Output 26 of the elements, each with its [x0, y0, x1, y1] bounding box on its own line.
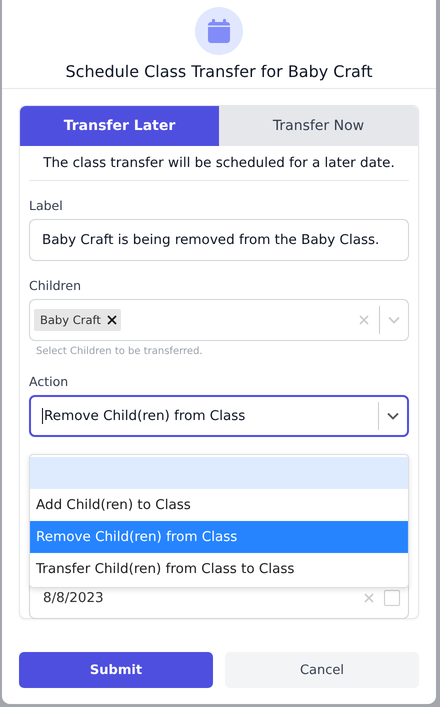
description-text: The class transfer will be scheduled for a later date. [29, 146, 409, 181]
calendar-toggle-icon[interactable] [384, 590, 400, 606]
dropdown-option[interactable]: Remove Child(ren) from Class [30, 521, 408, 553]
field-label: Action [29, 374, 70, 389]
dropdown-option[interactable]: Add Child(ren) to Class [30, 489, 408, 521]
remove-icon[interactable] [106, 315, 117, 325]
tab[interactable]: Transfer Now [219, 106, 418, 146]
tab[interactable]: Transfer Later [20, 106, 219, 146]
field-label: Label [29, 198, 64, 213]
hint-text: Select Children to be transferred. [36, 346, 204, 357]
children-select[interactable]: Baby Craft [29, 299, 409, 341]
calendar-icon [208, 19, 230, 43]
tag-text: Baby Craft [40, 313, 101, 327]
field-label: Children [29, 278, 82, 293]
action-select[interactable]: Remove Child(ren) from Class [29, 395, 409, 437]
select-value: Remove Child(ren) from Class [42, 408, 246, 424]
submit-button[interactable]: Submit [19, 652, 213, 688]
clear-icon[interactable] [364, 593, 374, 603]
clear-icon[interactable] [359, 315, 369, 325]
dropdown-option[interactable]: Transfer Child(ren) from Class to Class [30, 553, 408, 585]
chevron-down-icon[interactable] [387, 412, 399, 420]
dialog-title: Schedule Class Transfer for Baby Craft [66, 62, 372, 81]
label-input[interactable]: Baby Craft is being removed from the Baby Class. [29, 219, 409, 261]
cancel-button[interactable]: Cancel [225, 652, 419, 688]
dropdown-option[interactable] [30, 457, 408, 489]
date-value: 8/8/2023 [43, 590, 104, 606]
